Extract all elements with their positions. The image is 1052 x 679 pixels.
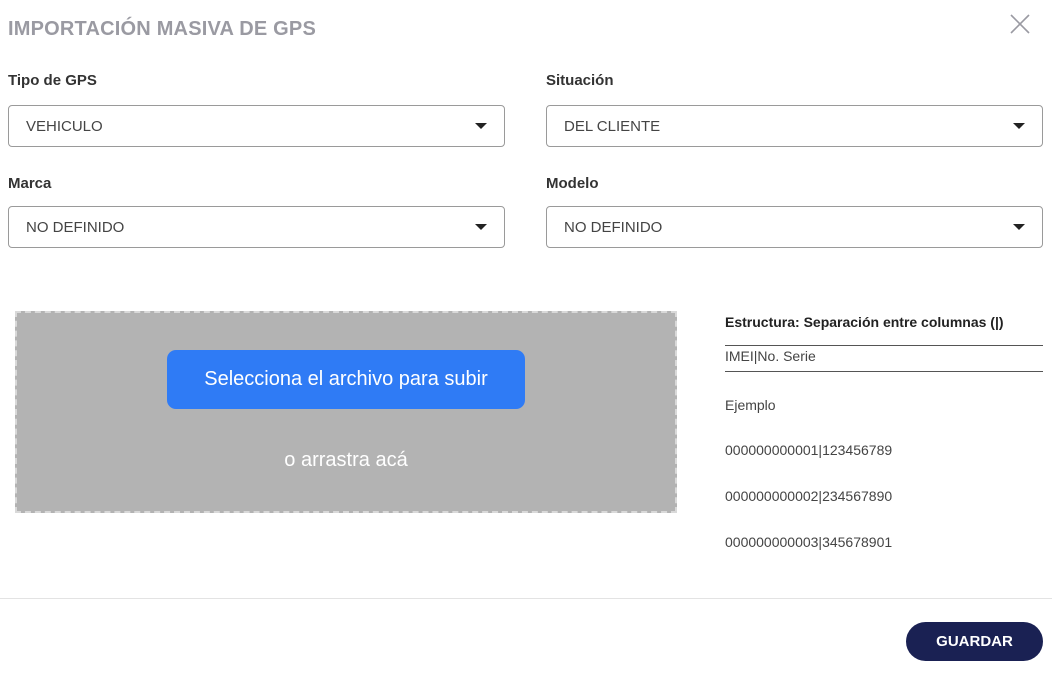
- tipo-gps-value: VEHICULO: [26, 117, 103, 135]
- chevron-down-icon: [1013, 123, 1025, 129]
- situacion-label: Situación: [546, 72, 614, 89]
- divider: [725, 345, 1043, 346]
- chevron-down-icon: [1013, 224, 1025, 230]
- select-file-button[interactable]: Selecciona el archivo para subir: [167, 350, 525, 409]
- footer-divider: [0, 598, 1052, 599]
- example-row: 000000000002|234567890: [725, 488, 893, 504]
- example-row: 000000000001|123456789: [725, 442, 893, 458]
- dialog-title: IMPORTACIÓN MASIVA DE GPS: [8, 18, 316, 40]
- marca-label: Marca: [8, 175, 52, 192]
- structure-title: Estructura: Separación entre columnas (|…: [725, 314, 1004, 330]
- marca-select[interactable]: NO DEFINIDO: [8, 206, 505, 248]
- structure-header: IMEI|No. Serie: [725, 348, 816, 364]
- situacion-value: DEL CLIENTE: [564, 117, 661, 135]
- drag-hint-text: o arrastra acá: [284, 449, 408, 471]
- tipo-gps-select[interactable]: VEHICULO: [8, 105, 505, 147]
- tipo-gps-label: Tipo de GPS: [8, 72, 97, 89]
- situacion-select[interactable]: DEL CLIENTE: [546, 105, 1043, 147]
- marca-value: NO DEFINIDO: [26, 218, 125, 236]
- modelo-label: Modelo: [546, 175, 599, 192]
- example-row: 000000000003|345678901: [725, 534, 893, 550]
- chevron-down-icon: [475, 224, 487, 230]
- save-button[interactable]: GUARDAR: [906, 622, 1043, 661]
- close-icon[interactable]: [1008, 12, 1032, 36]
- example-label: Ejemplo: [725, 397, 776, 413]
- modelo-value: NO DEFINIDO: [564, 218, 663, 236]
- divider: [725, 371, 1043, 372]
- modelo-select[interactable]: NO DEFINIDO: [546, 206, 1043, 248]
- file-dropzone[interactable]: Selecciona el archivo para subir o arras…: [15, 311, 677, 513]
- chevron-down-icon: [475, 123, 487, 129]
